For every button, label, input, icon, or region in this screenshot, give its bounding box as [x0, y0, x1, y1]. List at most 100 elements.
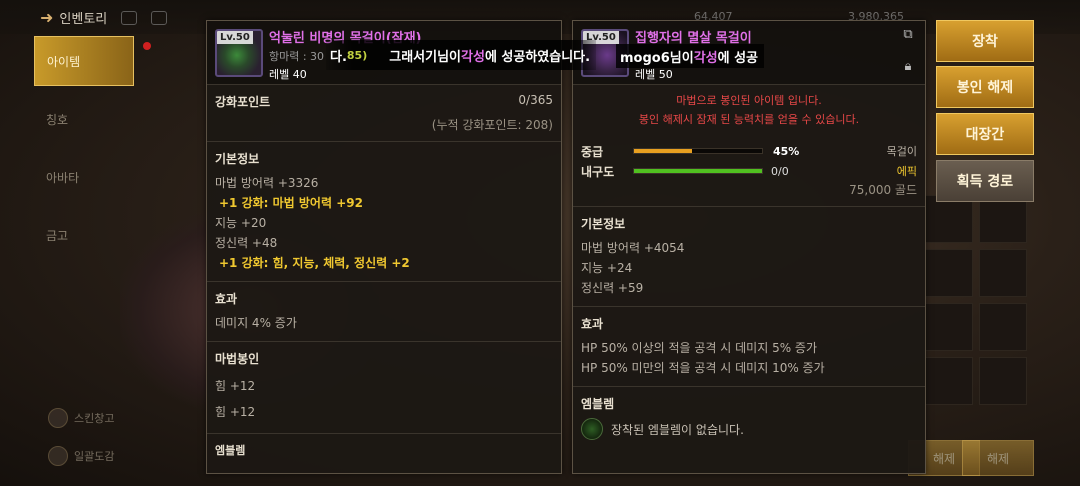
basic-info-title: 기본정보 [581, 217, 626, 231]
effect-section: 효과 HP 50% 이상의 적을 공격 시 데미지 5% 증가 HP 50% 미… [573, 307, 925, 387]
sidebar-item-items[interactable]: 아이템 [34, 36, 134, 86]
notice-text-1: 그래서기님이 [389, 49, 462, 65]
stat-line: 지능 +20 [215, 216, 267, 230]
stat-line: 지능 +24 [581, 261, 633, 275]
equipped-item-tooltip: Lv.50 억눌린 비명의 목걸이(잠재) 항마력 : 30 레벨 40 강화포… [206, 20, 562, 474]
inventory-slot[interactable] [979, 195, 1027, 243]
stat-line: 정신력 +59 [581, 281, 644, 295]
selected-item-tooltip: Lv.50 집행자의 멸살 목걸이 레벨 50 ⧉ 🔒︎ 마법으로 봉인된 아이… [572, 20, 926, 474]
effect-line: HP 50% 미만의 적을 공격 시 데미지 10% 증가 [581, 361, 825, 375]
notice-text-2: 에 성공하였습니다. [484, 49, 591, 65]
item-type: 목걸이 [886, 145, 917, 158]
bulk-book-label: 일괄도감 [74, 450, 115, 463]
effect-text: 데미지 4% 증가 [215, 316, 297, 330]
unseal-button[interactable]: 봉인 해제 [936, 66, 1034, 108]
sidebar-item-label: 아바타 [46, 170, 80, 185]
arrow-left-icon[interactable]: ➜ [40, 8, 53, 27]
inventory-grid [925, 195, 1027, 405]
page-title: 인벤토리 [59, 12, 108, 27]
enhance-accum: (누적 강화포인트: 208) [431, 118, 553, 132]
sidebar: 아이템 칭호 아바타 금고 [34, 36, 134, 268]
enhance-stat-line: +1 강화: 마법 방어력 +92 [219, 196, 363, 210]
grade-bar-fill [634, 149, 692, 153]
unseal-label: 봉인 해제 [956, 80, 1014, 96]
emblem-row: 장착된 엠블렘이 없습니다. [581, 418, 917, 440]
stat-line: 마법 방어력 +4054 [581, 241, 685, 255]
necklace-icon: Lv.50 [215, 29, 263, 77]
notice2-user: mogo6님이 [620, 50, 694, 66]
seal-warning-line-2: 봉인 해제시 잠재 된 능력치를 얻을 수 있습니다. [638, 113, 860, 126]
lock-icon[interactable]: 🔒︎ [899, 59, 917, 75]
durability-label: 내구도 [581, 164, 615, 179]
sidebar-item-label: 금고 [46, 228, 69, 243]
inventory-title[interactable]: ➜ 인벤토리 [40, 8, 168, 27]
eye-icon[interactable] [121, 10, 138, 25]
notice-highlight: 각성 [461, 49, 485, 65]
inventory-slot[interactable] [925, 249, 973, 297]
inventory-slot[interactable] [925, 195, 973, 243]
box-icon[interactable] [151, 10, 168, 25]
acquisition-path-button[interactable]: 획득 경로 [936, 160, 1034, 202]
unequip-label: 해제 [932, 451, 956, 466]
inventory-slot[interactable] [979, 303, 1027, 351]
inventory-slot[interactable] [925, 303, 973, 351]
sidebar-item-label: 칭호 [46, 112, 69, 127]
sidebar-item-vault[interactable]: 금고 [34, 210, 134, 260]
grade-section: 중급 45% 목걸이 내구도 0/0 에픽 75,000 골드 [573, 137, 925, 207]
smith-label: 대장간 [965, 127, 1005, 143]
grade-bar [633, 148, 763, 154]
sidebar-item-label: 아이템 [47, 54, 81, 69]
emblem-title: 엠블렘 [215, 444, 246, 457]
emblem-title: 엠블렘 [581, 397, 615, 411]
effect-section: 효과 데미지 4% 증가 [207, 282, 561, 342]
acquisition-path-label: 획득 경로 [956, 174, 1014, 190]
system-notice: 다. 85) 그래서기님이 각성 에 성공하였습니다. [326, 40, 597, 70]
item-level: 레벨 50 [635, 68, 673, 81]
sidebar-item-avatar[interactable]: 아바타 [34, 152, 134, 202]
durability-bar-fill [634, 169, 762, 173]
item-price: 75,000 골드 [849, 183, 917, 197]
effect-title: 효과 [581, 317, 604, 331]
share-icon[interactable]: ⧉ [899, 27, 917, 43]
notification-dot [143, 42, 151, 50]
emblem-slot-icon [581, 418, 603, 440]
skin-icon [48, 408, 68, 428]
level-badge: Lv.50 [217, 31, 253, 44]
equip-label: 장착 [972, 34, 998, 50]
notice2-highlight: 각성 [693, 50, 718, 66]
sidebar-item-titles[interactable]: 칭호 [34, 94, 134, 144]
enhance-stat-line: +1 강화: 힘, 지능, 체력, 정신력 +2 [219, 256, 410, 270]
basic-info-title: 기본정보 [215, 152, 260, 166]
durability-row: 내구도 0/0 에픽 [581, 161, 917, 181]
rarity: 에픽 [896, 165, 917, 178]
unequip-button-2[interactable]: 해제 [962, 440, 1034, 476]
book-icon [48, 446, 68, 466]
item-level: 레벨 40 [269, 68, 307, 81]
inventory-slot[interactable] [979, 249, 1027, 297]
notice2-tail: 에 성공 [717, 50, 759, 66]
grade-row: 중급 45% 목걸이 [581, 141, 917, 161]
enhance-title: 강화포인트 [215, 95, 271, 109]
inventory-slot[interactable] [979, 357, 1027, 405]
smith-button[interactable]: 대장간 [936, 113, 1034, 155]
effect-title: 효과 [215, 292, 238, 306]
effect-line: HP 50% 이상의 적을 공격 시 데미지 5% 증가 [581, 341, 818, 355]
unequip-label: 해제 [986, 451, 1010, 466]
emblem-section: 엠블렘 장착된 엠블렘이 없습니다. [573, 387, 925, 448]
skin-storage-button[interactable]: 스킨창고 [48, 408, 114, 428]
inventory-slot[interactable] [925, 357, 973, 405]
grade-label: 중급 [581, 144, 604, 159]
equip-button[interactable]: 장착 [936, 20, 1034, 62]
seal-stat: 힘 +12 [215, 379, 256, 393]
stat-line: 정신력 +48 [215, 236, 278, 250]
emblem-section: 엠블렘 [207, 434, 561, 472]
enhance-value: 0/365 [518, 93, 553, 107]
basic-info-section: 기본정보 마법 방어력 +3326 +1 강화: 마법 방어력 +92 지능 +… [207, 142, 561, 282]
basic-info-section: 기본정보 마법 방어력 +4054 지능 +24 정신력 +59 [573, 207, 925, 307]
seal-stat: 힘 +12 [215, 405, 256, 419]
notice-tag: 85) [346, 48, 368, 62]
grade-value: 45% [773, 144, 800, 158]
seal-warning-line-1: 마법으로 봉인된 아이템 입니다. [676, 94, 822, 107]
bulk-book-button[interactable]: 일괄도감 [48, 446, 114, 466]
stat-line: 마법 방어력 +3326 [215, 176, 319, 190]
